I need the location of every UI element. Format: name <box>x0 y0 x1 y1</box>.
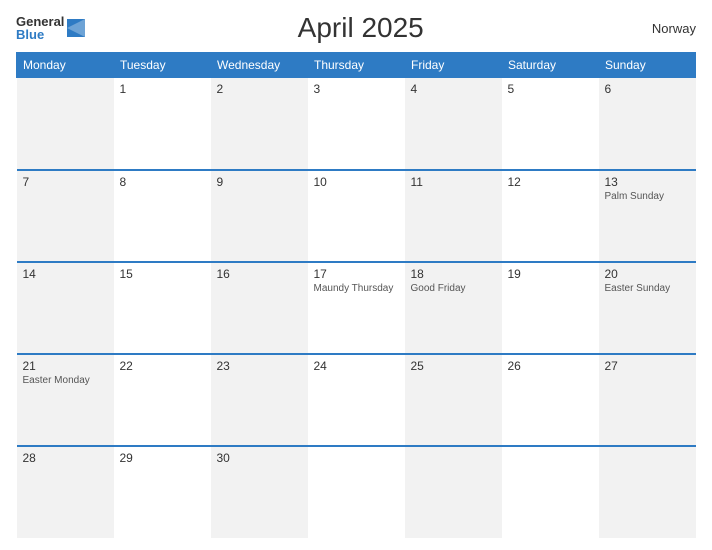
day-number: 20 <box>605 267 690 281</box>
calendar-cell: 8 <box>114 170 211 262</box>
calendar-cell: 16 <box>211 262 308 354</box>
weekday-header-tuesday: Tuesday <box>114 53 211 78</box>
week-row-5: 28 29 30 <box>17 446 696 538</box>
day-number: 22 <box>120 359 205 373</box>
calendar-cell: 19 <box>502 262 599 354</box>
calendar-cell: 24 <box>308 354 405 446</box>
day-number: 29 <box>120 451 205 465</box>
calendar-cell: 28 <box>17 446 114 538</box>
calendar-cell: 15 <box>114 262 211 354</box>
week-row-3: 14 15 16 17 Maundy Thursday 18 Good Friday 19 20… <box>17 262 696 354</box>
calendar-table: MondayTuesdayWednesdayThursdayFridaySatu… <box>16 52 696 538</box>
day-number: 3 <box>314 82 399 96</box>
day-number: 21 <box>23 359 108 373</box>
calendar-cell <box>502 446 599 538</box>
weekday-header-friday: Friday <box>405 53 502 78</box>
calendar-cell: 7 <box>17 170 114 262</box>
day-number: 12 <box>508 175 593 189</box>
week-row-1: 123456 <box>17 78 696 170</box>
day-number: 17 <box>314 267 399 281</box>
day-number: 27 <box>605 359 690 373</box>
weekday-header-sunday: Sunday <box>599 53 696 78</box>
day-event: Good Friday <box>411 283 496 294</box>
calendar-cell: 21 Easter Monday <box>17 354 114 446</box>
calendar-cell: 13 Palm Sunday <box>599 170 696 262</box>
weekday-header-wednesday: Wednesday <box>211 53 308 78</box>
day-number: 4 <box>411 82 496 96</box>
logo-blue: Blue <box>16 28 64 41</box>
calendar-cell: 20 Easter Sunday <box>599 262 696 354</box>
logo: General Blue <box>16 15 85 41</box>
day-event: Easter Monday <box>23 375 108 386</box>
weekday-header-thursday: Thursday <box>308 53 405 78</box>
calendar-cell: 26 <box>502 354 599 446</box>
calendar-cell <box>308 446 405 538</box>
calendar-cell <box>599 446 696 538</box>
day-number: 8 <box>120 175 205 189</box>
calendar-cell: 25 <box>405 354 502 446</box>
day-number: 23 <box>217 359 302 373</box>
calendar-cell: 22 <box>114 354 211 446</box>
weekday-header-monday: Monday <box>17 53 114 78</box>
day-number: 26 <box>508 359 593 373</box>
country-label: Norway <box>636 21 696 36</box>
calendar-title: April 2025 <box>85 12 636 44</box>
calendar-cell: 6 <box>599 78 696 170</box>
calendar-cell: 2 <box>211 78 308 170</box>
calendar-cell: 4 <box>405 78 502 170</box>
calendar-cell: 10 <box>308 170 405 262</box>
day-number: 28 <box>23 451 108 465</box>
calendar-cell <box>405 446 502 538</box>
calendar-cell: 9 <box>211 170 308 262</box>
day-number: 30 <box>217 451 302 465</box>
calendar-cell: 30 <box>211 446 308 538</box>
calendar-cell: 14 <box>17 262 114 354</box>
calendar-cell: 23 <box>211 354 308 446</box>
day-number: 2 <box>217 82 302 96</box>
calendar-cell: 1 <box>114 78 211 170</box>
day-number: 19 <box>508 267 593 281</box>
day-number: 7 <box>23 175 108 189</box>
day-event: Maundy Thursday <box>314 283 399 294</box>
logo-flag-icon <box>67 19 85 37</box>
calendar-cell: 18 Good Friday <box>405 262 502 354</box>
day-number: 16 <box>217 267 302 281</box>
weekday-header-row: MondayTuesdayWednesdayThursdayFridaySatu… <box>17 53 696 78</box>
week-row-4: 21 Easter Monday 22 23 24 25 26 27 <box>17 354 696 446</box>
day-number: 9 <box>217 175 302 189</box>
calendar-cell: 29 <box>114 446 211 538</box>
calendar-cell: 17 Maundy Thursday <box>308 262 405 354</box>
day-number: 15 <box>120 267 205 281</box>
day-number: 24 <box>314 359 399 373</box>
day-number: 14 <box>23 267 108 281</box>
calendar-cell: 3 <box>308 78 405 170</box>
calendar-cell: 5 <box>502 78 599 170</box>
calendar-cell: 27 <box>599 354 696 446</box>
calendar-cell: 11 <box>405 170 502 262</box>
day-number: 11 <box>411 175 496 189</box>
day-number: 25 <box>411 359 496 373</box>
calendar-header: General Blue April 2025 Norway <box>16 12 696 44</box>
day-number: 18 <box>411 267 496 281</box>
day-number: 6 <box>605 82 690 96</box>
day-number: 5 <box>508 82 593 96</box>
day-event: Easter Sunday <box>605 283 690 294</box>
day-number: 10 <box>314 175 399 189</box>
week-row-2: 789 10 11 12 13 Palm Sunday <box>17 170 696 262</box>
calendar-page: General Blue April 2025 Norway MondayTue… <box>0 0 712 550</box>
day-event: Palm Sunday <box>605 191 690 202</box>
calendar-cell <box>17 78 114 170</box>
calendar-cell: 12 <box>502 170 599 262</box>
day-number: 13 <box>605 175 690 189</box>
weekday-header-saturday: Saturday <box>502 53 599 78</box>
day-number: 1 <box>120 82 205 96</box>
